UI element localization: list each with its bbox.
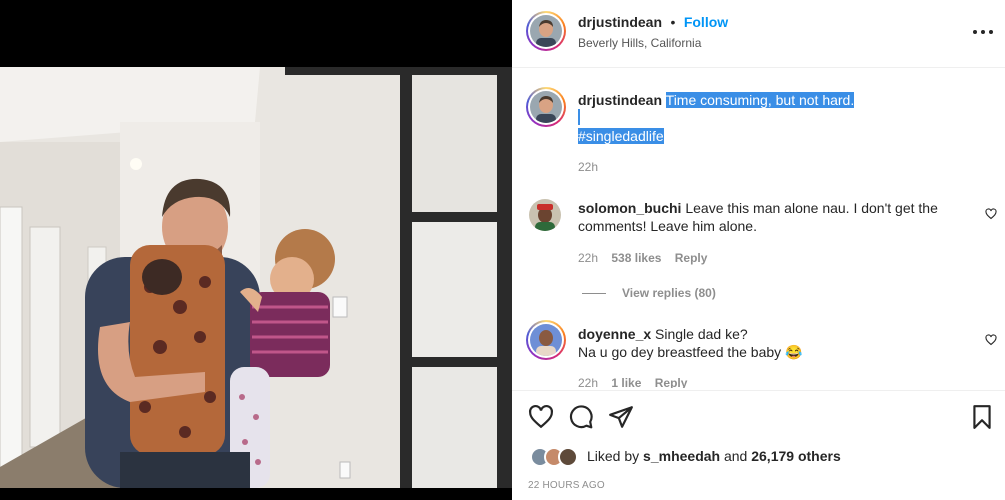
comment-reply-button[interactable]: Reply — [675, 251, 708, 265]
comment-meta: 22h 538 likes Reply — [578, 251, 707, 265]
liked-by-and: and — [723, 448, 748, 464]
comment-username[interactable]: doyenne_x — [578, 326, 651, 342]
comment-heart-icon[interactable] — [985, 334, 997, 346]
comment-body: doyenne_x Single dad ke? Na u go dey bre… — [578, 325, 973, 361]
post-timestamp[interactable]: 22 HOURS AGO — [528, 480, 605, 491]
author-username[interactable]: drjustindean — [578, 14, 662, 30]
comment-likes[interactable]: 538 likes — [611, 251, 661, 265]
author-avatar[interactable] — [526, 11, 566, 51]
view-replies-button[interactable]: View replies (80) — [622, 286, 716, 300]
comment-meta: 22h 1 like Reply — [578, 376, 687, 388]
caption-text: Time consuming, but not hard. — [665, 92, 855, 108]
post-header: drjustindean • Follow Beverly Hills, Cal… — [512, 0, 1005, 68]
caption-avatar[interactable] — [526, 87, 566, 127]
comments-list[interactable]: drjustindean Time consuming, but not har… — [512, 69, 1005, 388]
comment-icon[interactable] — [568, 404, 594, 430]
post-location[interactable]: Beverly Hills, California — [578, 36, 701, 50]
post-media[interactable] — [0, 0, 512, 500]
photo-illustration — [0, 67, 512, 488]
comment-avatar[interactable] — [529, 199, 561, 231]
comment-body: solomon_buchi Leave this man alone nau. … — [578, 199, 973, 235]
liked-by-text: Liked by s_mheedah and 26,179 others — [587, 448, 841, 464]
caption-username[interactable]: drjustindean — [578, 92, 662, 108]
avatar-icon — [530, 91, 562, 123]
caption: drjustindean Time consuming, but not har… — [578, 91, 978, 109]
action-bar: Liked by s_mheedah and 26,179 others 22 … — [512, 390, 1005, 500]
bookmark-icon[interactable] — [969, 404, 995, 430]
separator-dot: • — [670, 14, 676, 30]
replies-line — [582, 293, 606, 294]
follow-button[interactable]: Follow — [684, 14, 728, 30]
comment-likes[interactable]: 1 like — [611, 376, 641, 388]
liker-avatar — [558, 447, 578, 467]
comment-avatar[interactable] — [526, 320, 566, 360]
liked-by-user[interactable]: s_mheedah — [643, 448, 720, 464]
post-photo[interactable] — [0, 67, 512, 488]
comment-time: 22h — [578, 251, 599, 265]
heart-icon[interactable] — [528, 404, 554, 430]
comment-time: 22h — [578, 376, 599, 388]
comment-text: Single dad ke? — [655, 326, 748, 342]
post-panel: drjustindean • Follow Beverly Hills, Cal… — [512, 0, 1005, 500]
likes-count[interactable]: 26,179 others — [751, 448, 841, 464]
caption-hashtag[interactable]: #singledadlife — [578, 128, 664, 144]
comment-username[interactable]: solomon_buchi — [578, 200, 681, 216]
more-icon[interactable] — [973, 22, 993, 42]
avatar-icon — [530, 15, 562, 47]
comment-heart-icon[interactable] — [985, 208, 997, 220]
comment-text-line2: Na u go dey breastfeed the baby 😂 — [578, 344, 803, 360]
caption-hashtag-row: #singledadlife — [578, 127, 664, 145]
comment-reply-button[interactable]: Reply — [655, 376, 688, 388]
liked-by-prefix: Liked by — [587, 448, 640, 464]
avatar-icon — [530, 324, 562, 356]
selection-caret — [578, 109, 580, 125]
caption-time: 22h — [578, 160, 599, 174]
avatar-icon — [529, 199, 561, 231]
share-icon[interactable] — [608, 404, 634, 430]
